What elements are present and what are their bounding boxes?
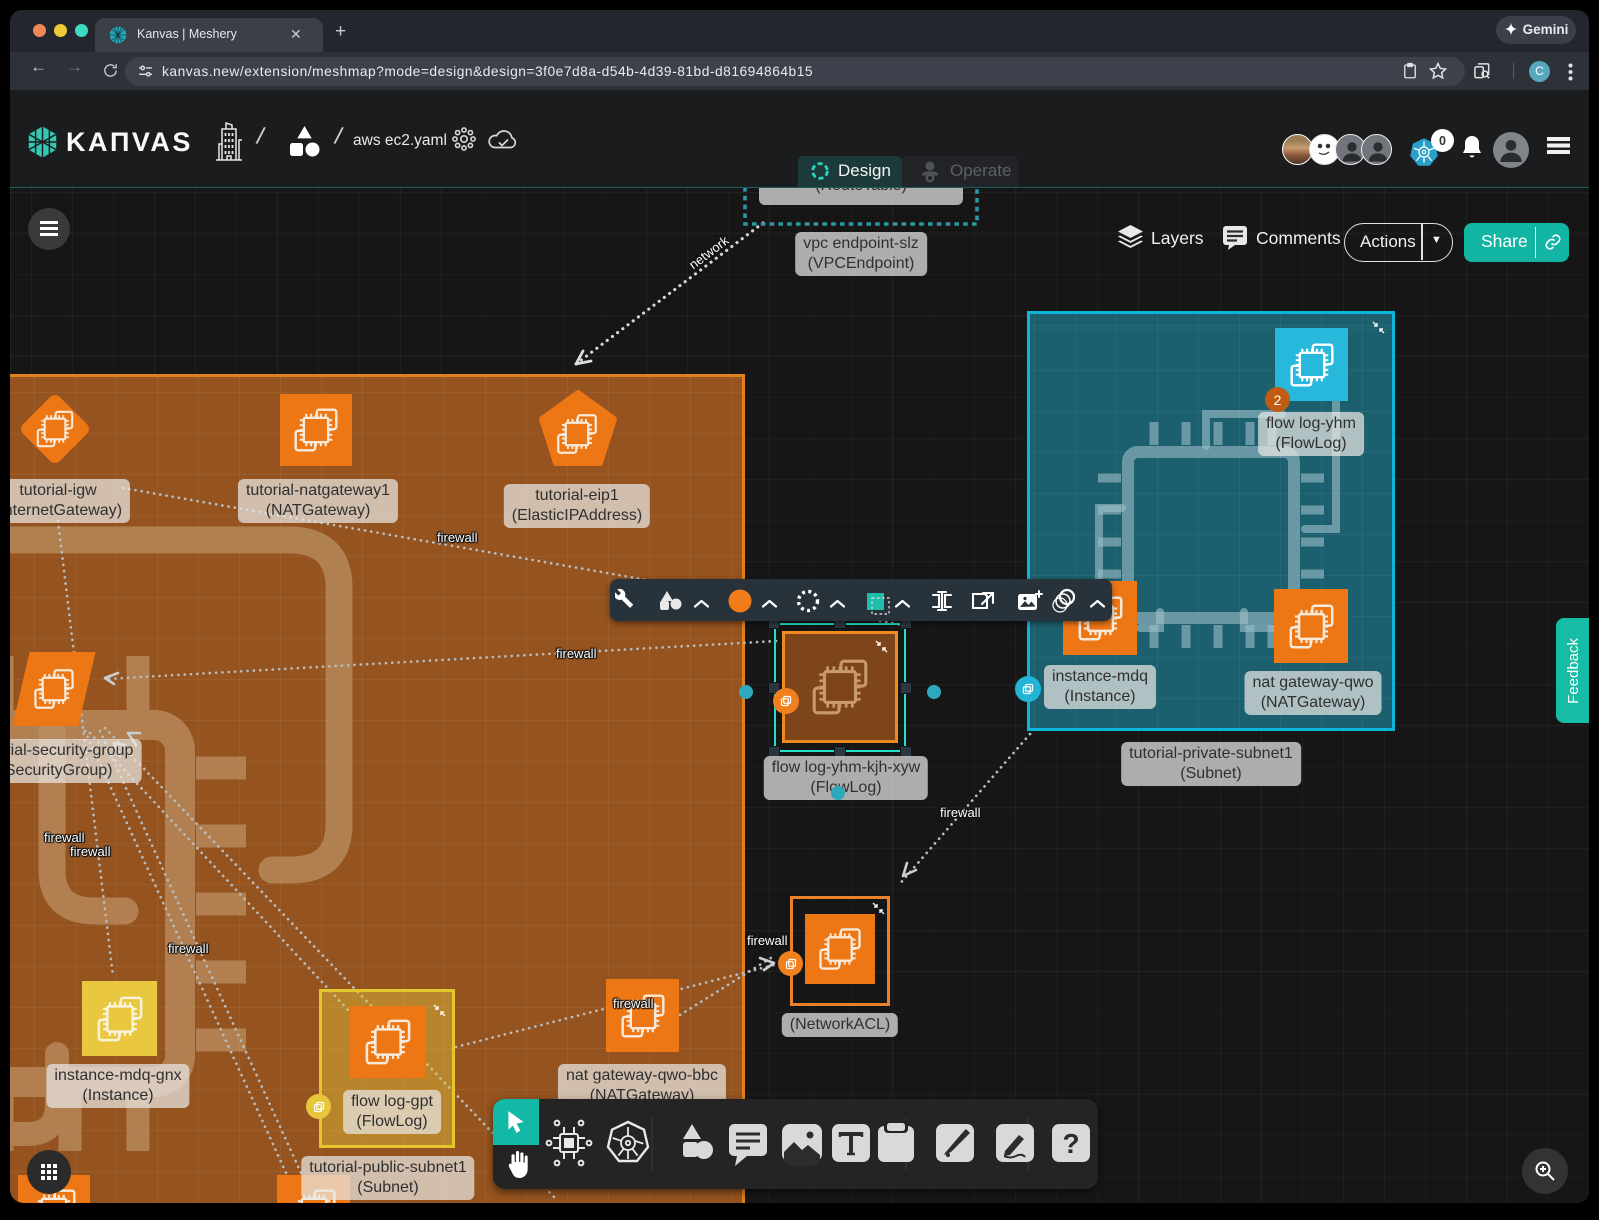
svg-text:?: ?	[1062, 1128, 1079, 1159]
